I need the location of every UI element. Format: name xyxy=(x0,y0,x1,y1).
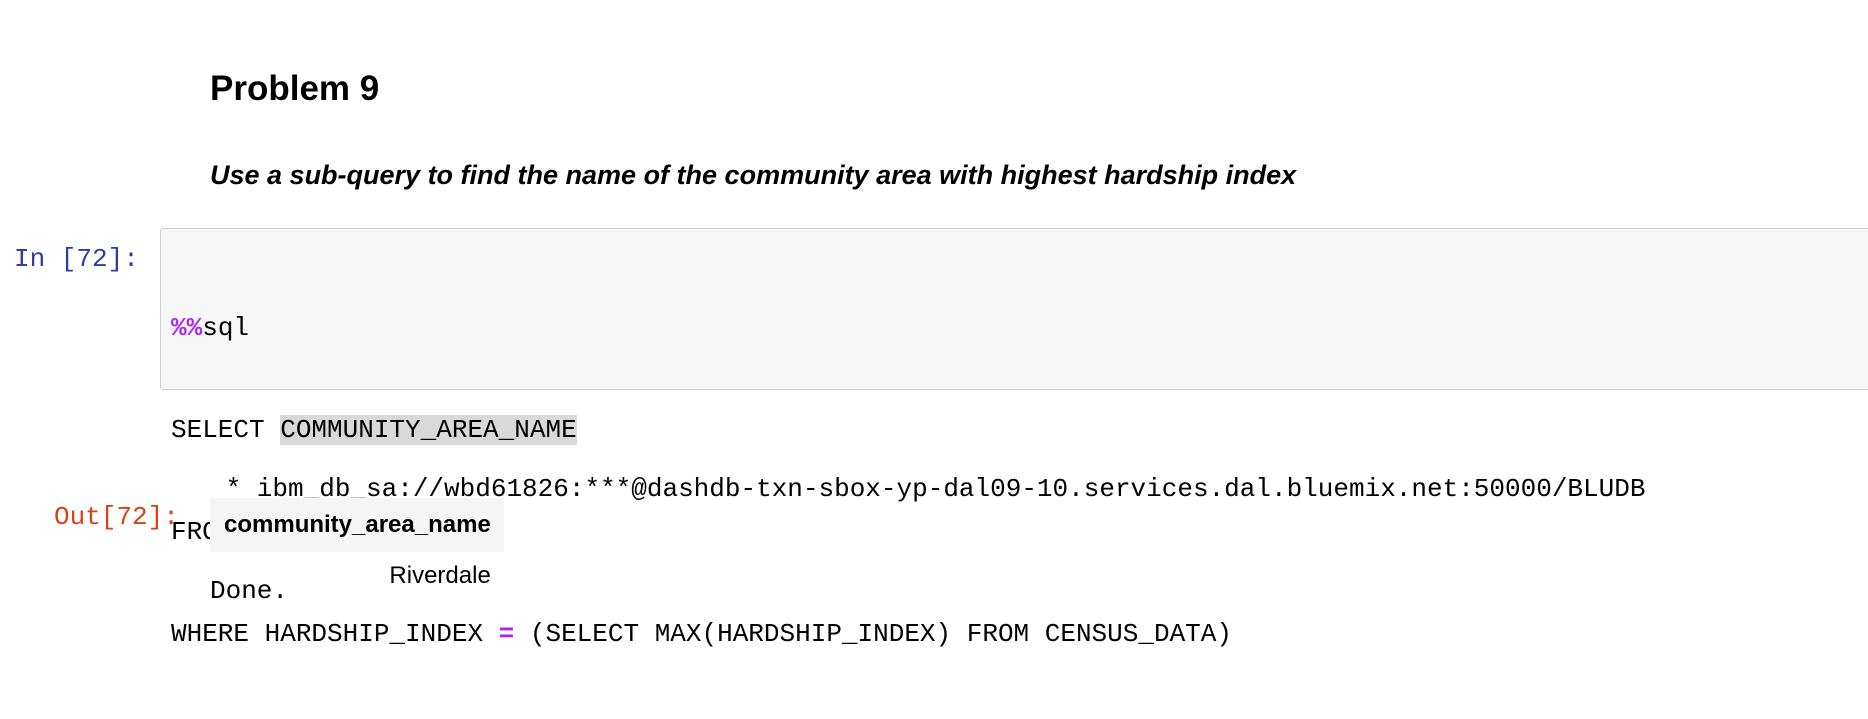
magic-name: sql xyxy=(202,313,250,343)
table-header-row: community_area_name xyxy=(210,498,504,552)
problem-description: Use a sub-query to find the name of the … xyxy=(210,160,1297,190)
code-line-1: %%sql xyxy=(171,311,1232,345)
output-prompt: Out[72]: xyxy=(54,502,179,532)
column-header: community_area_name xyxy=(210,498,504,552)
table-row: Riverdale xyxy=(210,552,504,598)
code-editor[interactable]: %%sql SELECT COMMUNITY_AREA_NAME FROM CE… xyxy=(160,228,1868,649)
problem-heading: Problem 9 xyxy=(210,69,380,108)
magic-prefix: %% xyxy=(171,313,203,343)
table-cell: Riverdale xyxy=(389,562,491,589)
input-prompt: In [72]: xyxy=(14,244,139,274)
result-table: community_area_name Riverdale xyxy=(210,498,504,598)
